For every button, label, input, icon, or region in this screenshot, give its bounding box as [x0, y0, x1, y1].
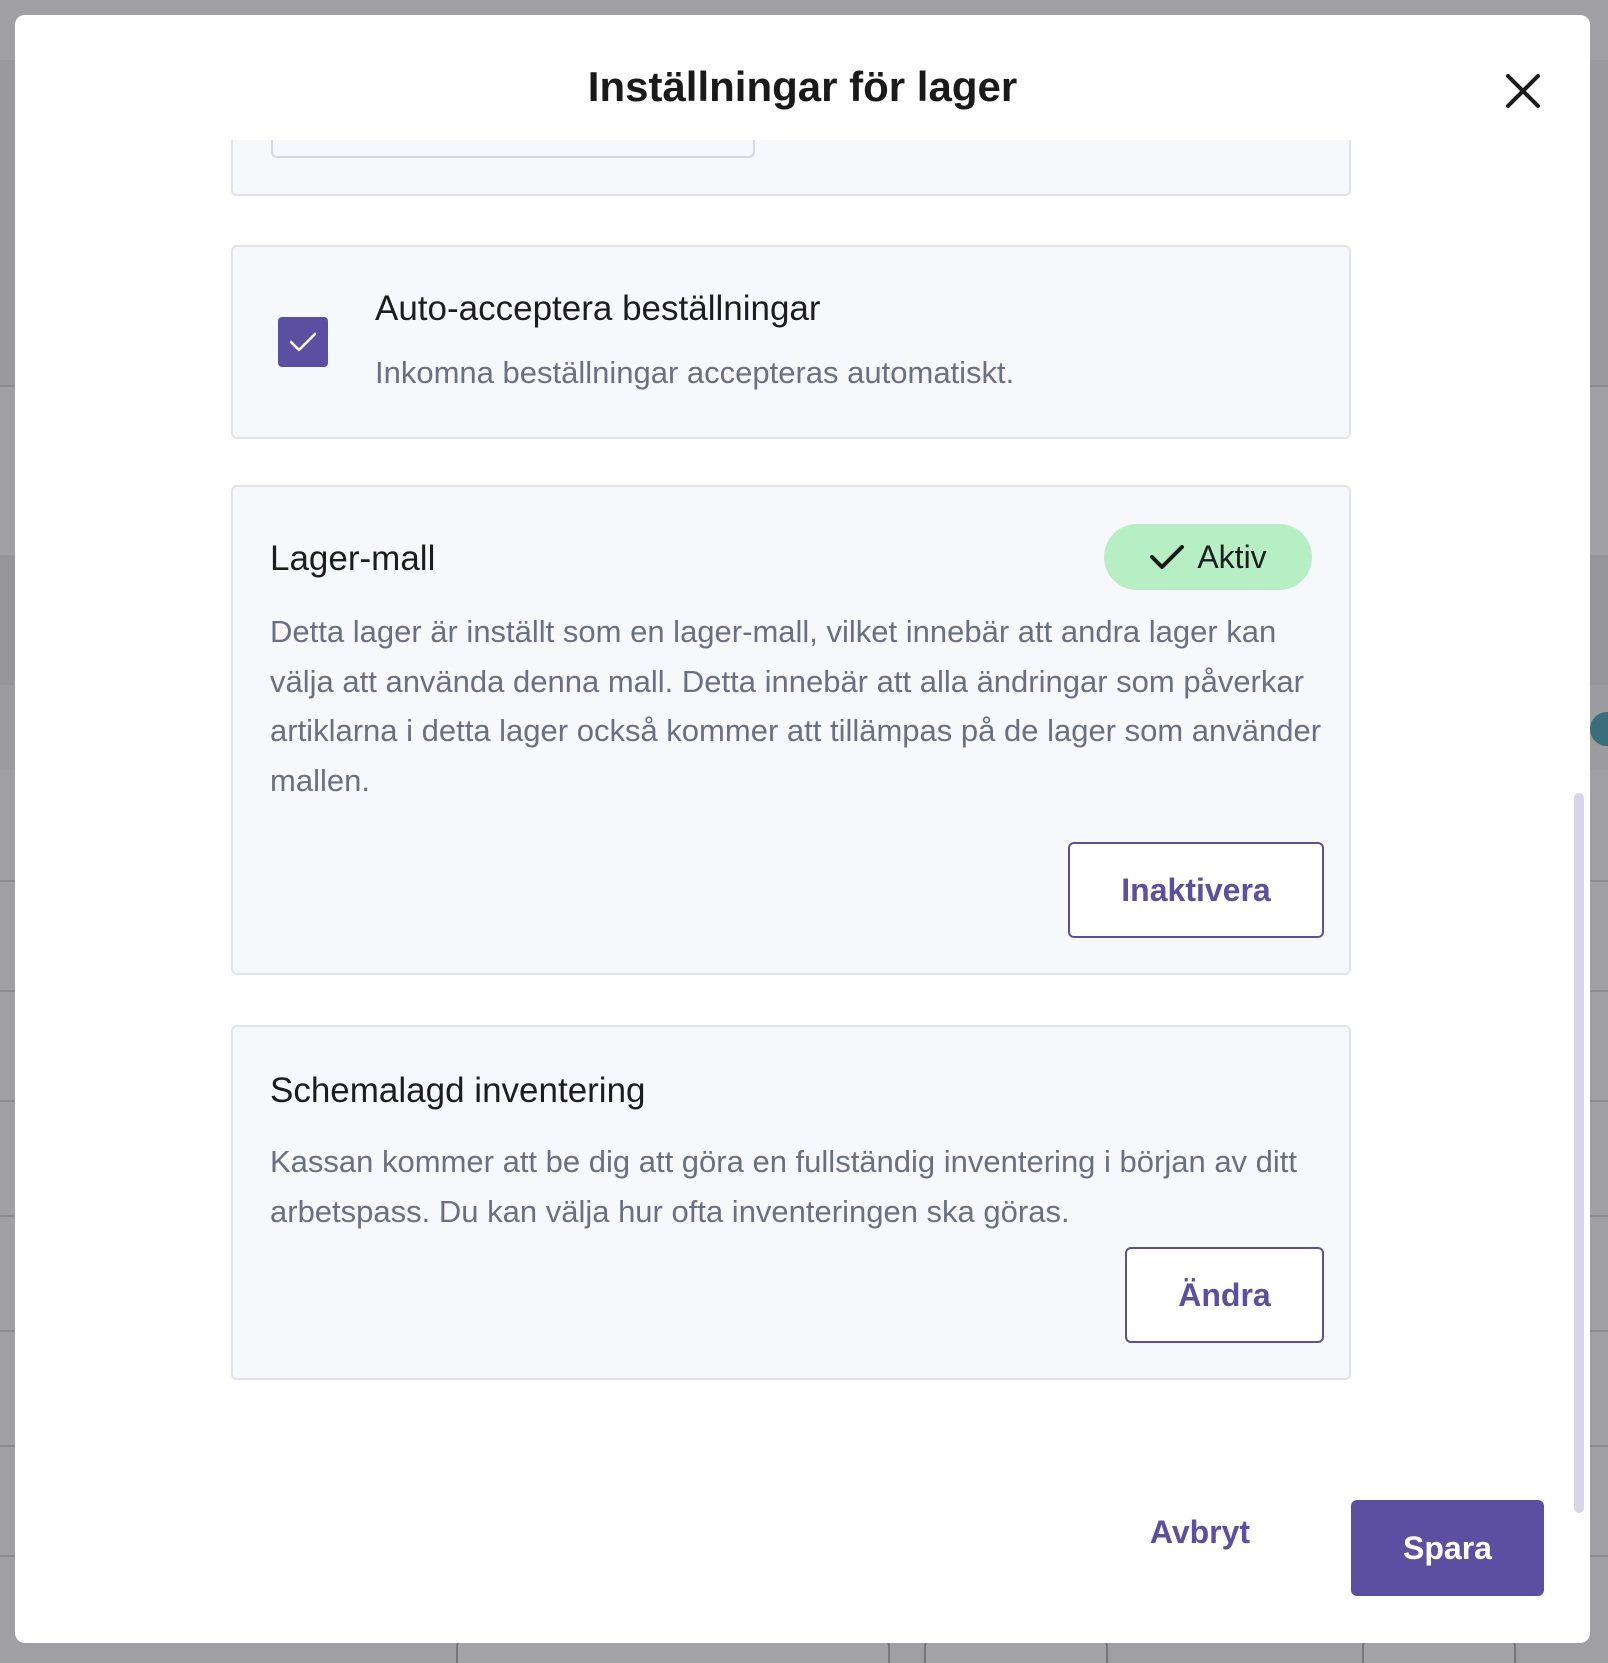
auto-accept-description: Inkomna beställningar accepteras automat…	[375, 355, 1015, 390]
modal-title: Inställningar för lager	[587, 63, 1018, 110]
scrollbar[interactable]	[1574, 793, 1584, 1513]
deactivate-button[interactable]: Inaktivera	[1068, 842, 1324, 938]
auto-accept-card: Auto-acceptera beställningar Inkomna bes…	[231, 245, 1351, 439]
schedule-description: Kassan kommer att be dig att göra en ful…	[270, 1144, 1298, 1229]
check-icon	[1150, 545, 1185, 569]
template-card: Lager-mall Aktiv Detta lager är inställt…	[231, 485, 1351, 975]
background-button	[1362, 1640, 1516, 1663]
schedule-title: Schemalagd inventering	[270, 1071, 646, 1110]
status-badge: Aktiv	[1104, 524, 1312, 590]
template-description: Detta lager är inställt som en lager-mal…	[270, 614, 1322, 798]
template-title: Lager-mall	[270, 539, 436, 578]
checkmark-icon	[289, 332, 317, 352]
schedule-card: Schemalagd inventering Kassan kommer att…	[231, 1025, 1351, 1380]
close-button[interactable]	[1491, 59, 1555, 123]
auto-accept-title: Auto-acceptera beställningar	[375, 289, 821, 328]
modal-scroll-area[interactable]: Auto-acceptera beställningar Inkomna bes…	[15, 140, 1590, 1470]
settings-card-partial	[231, 140, 1351, 196]
change-button[interactable]: Ändra	[1125, 1247, 1324, 1343]
cancel-button[interactable]: Avbryt	[1135, 1500, 1265, 1564]
partial-input[interactable]	[271, 140, 755, 158]
background-button	[456, 1640, 890, 1663]
settings-modal: Inställningar för lager Auto-acceptera b…	[15, 15, 1590, 1643]
modal-header: Inställningar för lager	[15, 15, 1590, 140]
status-badge-label: Aktiv	[1197, 538, 1267, 575]
save-button[interactable]: Spara	[1351, 1500, 1544, 1596]
background-button	[924, 1640, 1108, 1663]
close-icon	[1506, 74, 1540, 108]
auto-accept-checkbox[interactable]	[278, 317, 328, 367]
